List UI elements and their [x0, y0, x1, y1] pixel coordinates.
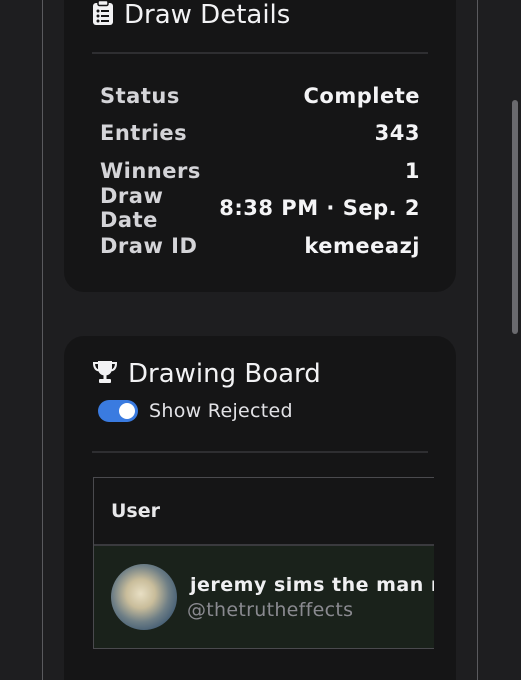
- toggle-knob: [119, 403, 135, 419]
- user-name: jeremy sims the man m: [190, 573, 434, 596]
- detail-row-entries: Entries 343: [100, 115, 420, 153]
- table-row[interactable]: jeremy sims the man m @thetrutheffects: [94, 546, 434, 648]
- detail-value: 343: [374, 121, 420, 146]
- entries-table: User jeremy sims the man m @thetrutheffe…: [93, 477, 434, 649]
- scrollbar[interactable]: [512, 100, 518, 334]
- table-header-user[interactable]: User: [94, 478, 434, 546]
- show-rejected-label[interactable]: Show Rejected: [149, 400, 293, 422]
- detail-label: Winners: [100, 158, 201, 183]
- detail-label: Status: [100, 83, 180, 108]
- detail-label: Draw ID: [100, 233, 198, 258]
- user-handle: @thetrutheffects: [187, 598, 354, 621]
- trophy-icon: [92, 360, 118, 388]
- draw-details-card: Draw Details Status Complete Entries 343…: [64, 0, 456, 292]
- detail-row-draw-date: Draw Date 8:38 PM · Sep. 2: [100, 184, 420, 232]
- detail-row-draw-id: Draw ID kemeeazj: [100, 227, 420, 265]
- clipboard-list-icon: [92, 0, 114, 30]
- detail-list: Status Complete Entries 343 Winners 1 Dr…: [100, 77, 420, 265]
- show-rejected-row: Show Rejected: [98, 400, 293, 422]
- detail-label: Draw Date: [100, 184, 164, 233]
- draw-details-header: Draw Details: [92, 0, 290, 30]
- show-rejected-toggle[interactable]: [98, 400, 138, 422]
- divider: [92, 52, 428, 54]
- drawing-board-card: Drawing Board Show Rejected User jeremy …: [64, 336, 456, 680]
- draw-details-title: Draw Details: [124, 0, 291, 30]
- detail-value: 8:38 PM · Sep. 2: [219, 196, 420, 221]
- detail-value: Complete: [303, 83, 420, 108]
- detail-label: Entries: [100, 121, 188, 146]
- drawing-board-title: Drawing Board: [128, 359, 321, 389]
- detail-value: kemeeazj: [304, 233, 420, 258]
- detail-value: 1: [404, 158, 420, 183]
- drawing-board-header: Drawing Board: [92, 357, 321, 391]
- detail-row-status: Status Complete: [100, 77, 420, 115]
- user-info: jeremy sims the man m @thetrutheffects: [187, 574, 434, 621]
- avatar: [111, 564, 177, 630]
- divider: [92, 451, 428, 453]
